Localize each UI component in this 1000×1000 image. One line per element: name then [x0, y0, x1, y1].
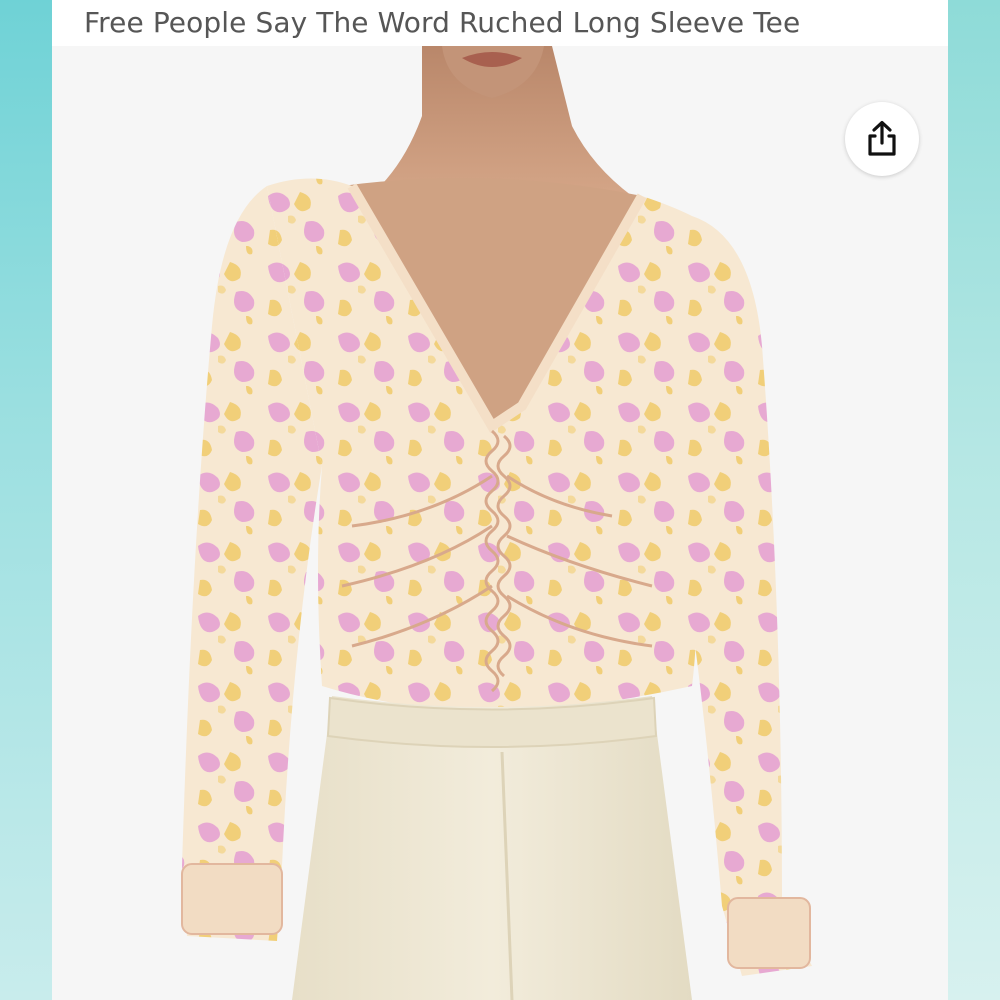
left-background-edge — [0, 0, 52, 1000]
product-title: Free People Say The Word Ruched Long Sle… — [84, 6, 801, 39]
product-card: Free People Say The Word Ruched Long Sle… — [52, 0, 948, 1000]
share-icon — [868, 120, 896, 156]
share-button[interactable] — [845, 102, 919, 176]
product-photo-illustration — [52, 46, 948, 1000]
right-background-edge — [948, 0, 1000, 1000]
product-image[interactable] — [52, 46, 948, 1000]
